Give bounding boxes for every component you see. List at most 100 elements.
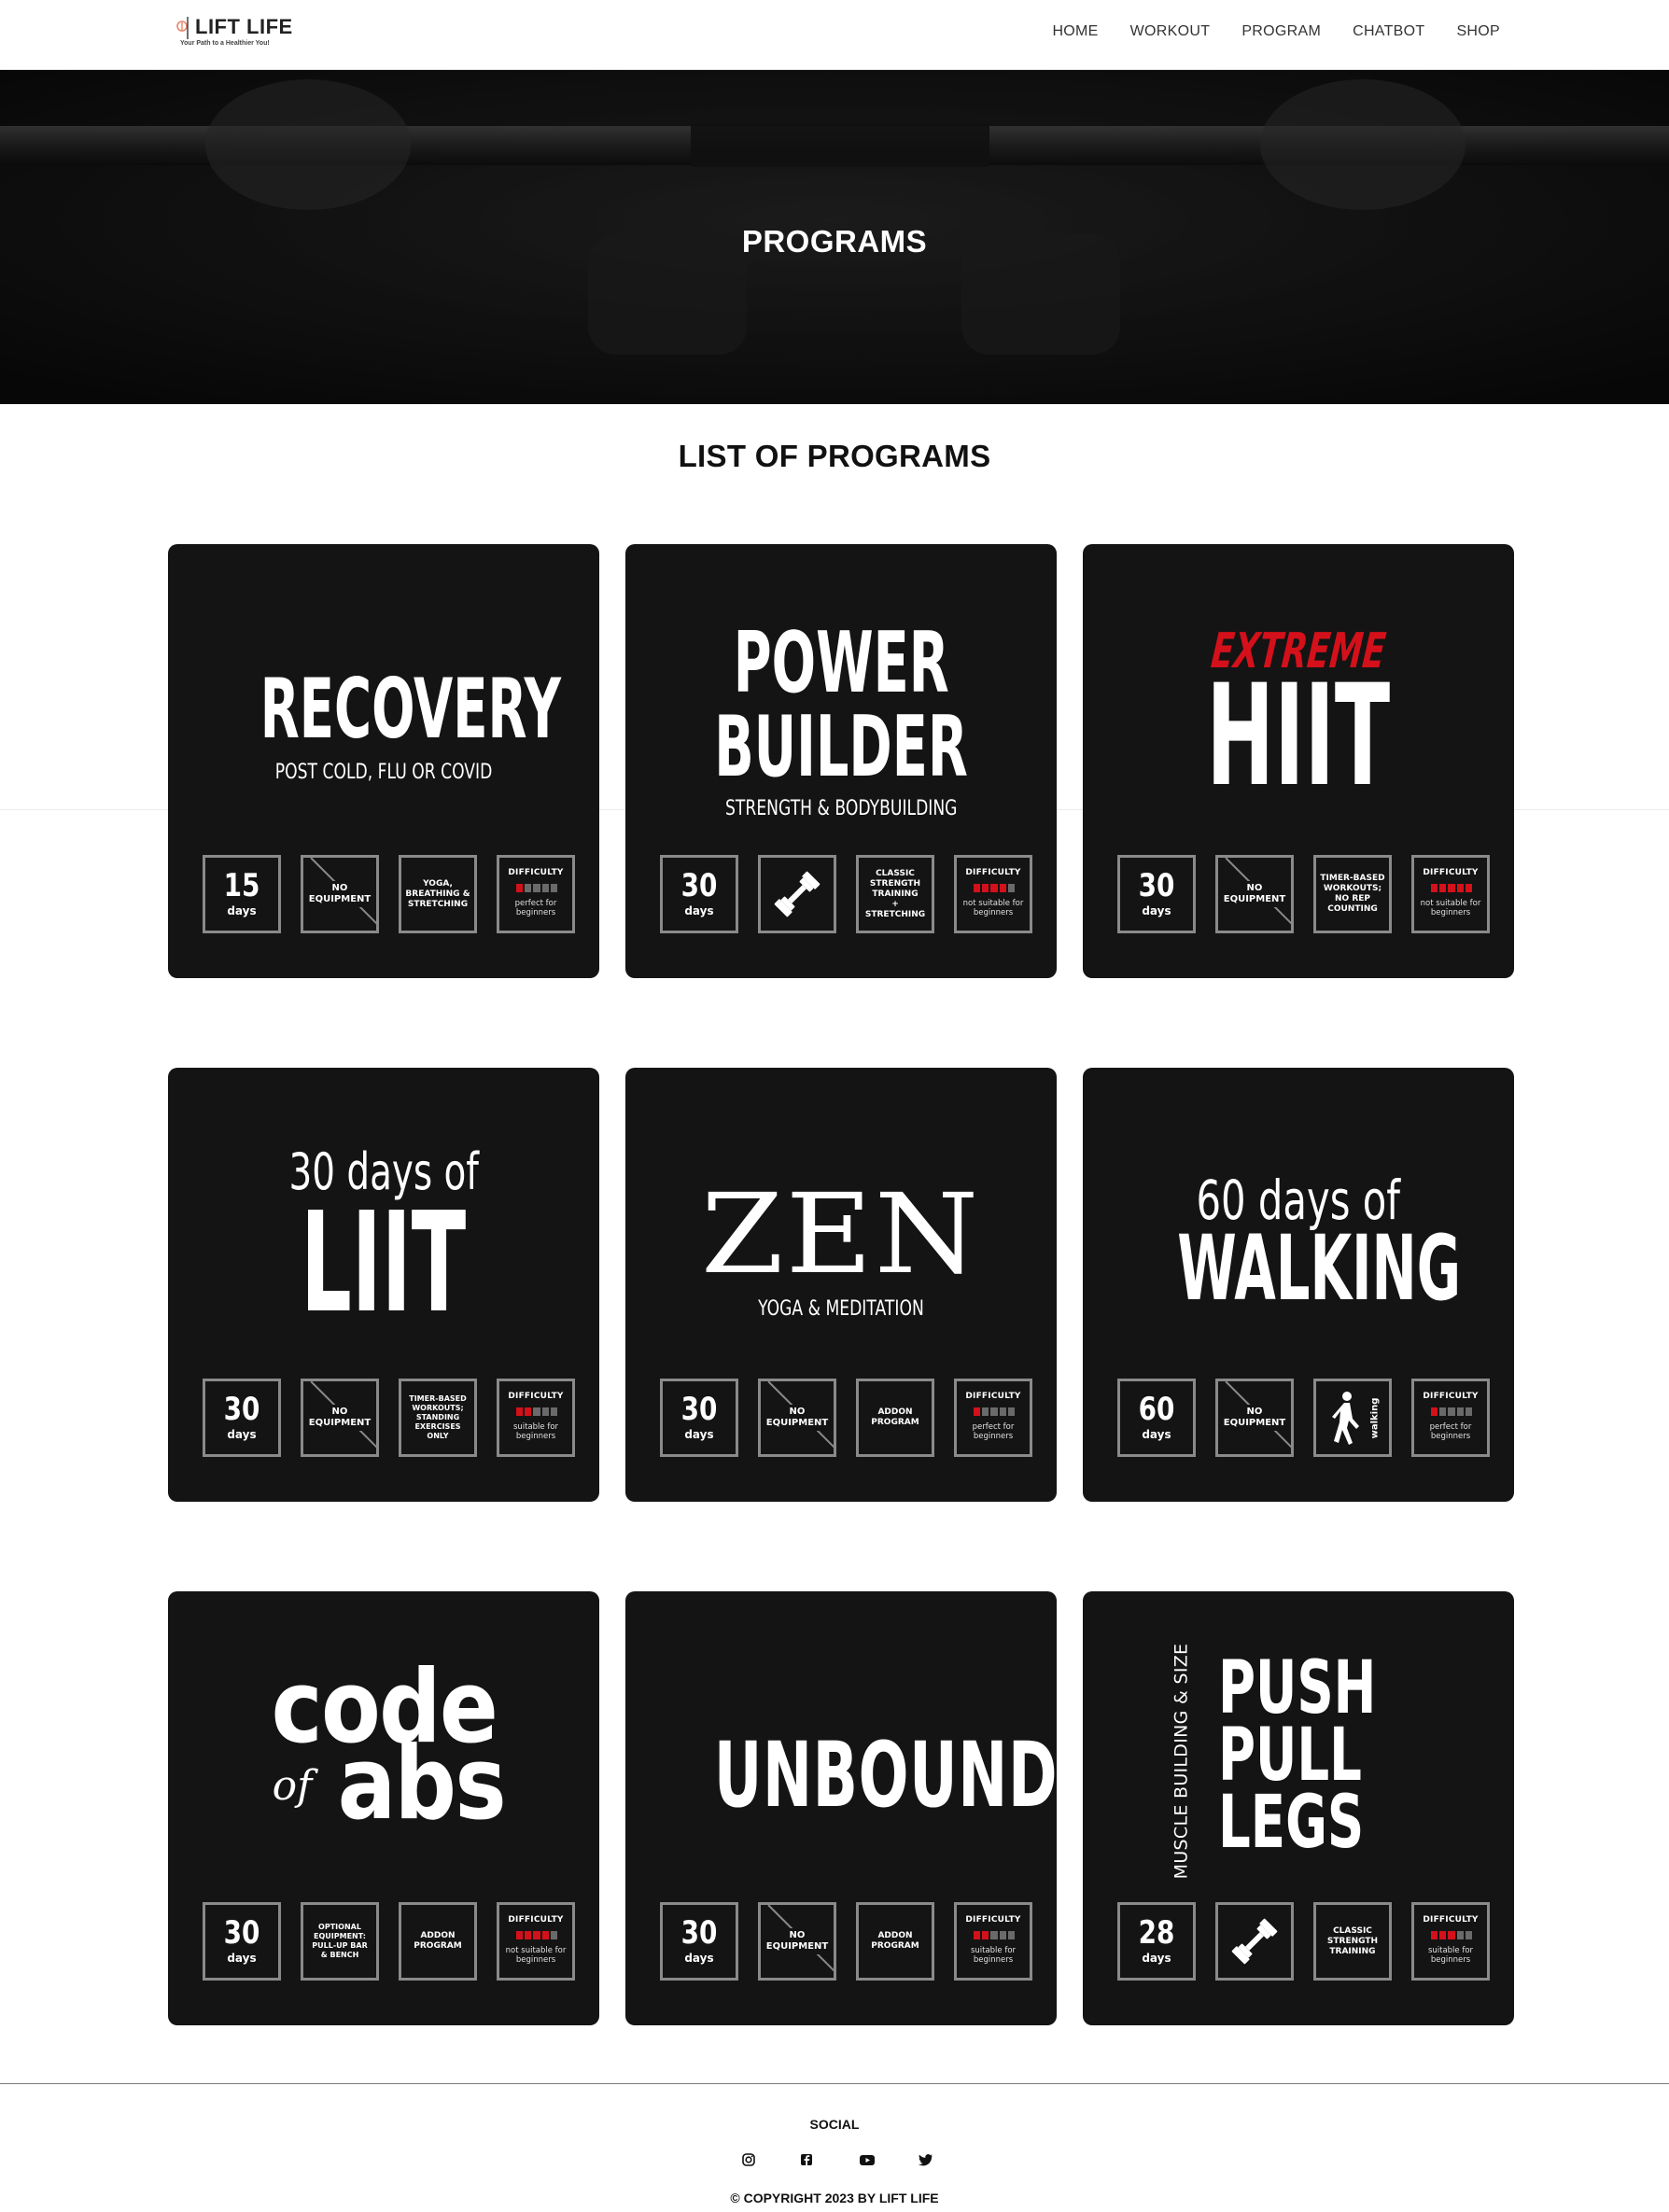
program-badges: 30 days NO EQUIPMENT TIMER-BASED WORKOUT… [203, 1379, 576, 1457]
difficulty-note: not suitable for beginners [505, 1946, 567, 1965]
program-art: code of abs [168, 1591, 599, 1881]
program-subtitle: YOGA & MEDITATION [758, 1297, 924, 1321]
program-card-push-pull-legs[interactable]: MUSCLE BUILDING & SIZE PUSH PULL LEGS 28… [1083, 1591, 1514, 2025]
difficulty-segment [990, 884, 998, 892]
difficulty-segment [1448, 1931, 1455, 1939]
difficulty-segment [541, 1931, 549, 1939]
program-title: UNBOUND [713, 1723, 1057, 1827]
walking-icon [1332, 1392, 1359, 1445]
difficulty-segment [1431, 884, 1438, 892]
days-label: days [227, 904, 257, 917]
difficulty-badge: DIFFICULTY not suitable for beginners [1411, 855, 1490, 933]
difficulty-meter [1431, 1407, 1473, 1416]
difficulty-segment [990, 1407, 998, 1416]
difficulty-segment [999, 884, 1006, 892]
equipment-badge: NO EQUIPMENT [758, 1902, 836, 1981]
difficulty-segment [1465, 1931, 1473, 1939]
program-art: RECOVERY POST COLD, FLU OR COVID [168, 544, 599, 833]
difficulty-note: perfect for beginners [514, 899, 557, 917]
dumbbell-icon [1231, 1918, 1278, 1965]
program-card-zen[interactable]: ZEN YOGA & MEDITATION 30 days NO EQUIPME… [625, 1068, 1057, 1502]
difficulty-note: not suitable for beginners [962, 899, 1024, 917]
difficulty-badge: DIFFICULTY suitable for beginners [954, 1902, 1032, 1981]
program-badges: 30 days OPTIONAL EQUIPMENT: PULL-UP BAR … [203, 1902, 576, 1981]
duration-badge: 30 days [660, 1902, 738, 1981]
difficulty-segment [1448, 884, 1455, 892]
difficulty-label: DIFFICULTY [1423, 1915, 1479, 1925]
logo-tagline: Your Path to a Healthier You! [180, 40, 270, 47]
top-navbar: LIFT LIFE Your Path to a Healthier You! … [0, 0, 1669, 70]
days-number: 30 [680, 1914, 718, 1952]
equipment-text: NO EQUIPMENT [1222, 1405, 1287, 1431]
difficulty-segment [1456, 884, 1464, 892]
instagram-icon[interactable] [741, 2152, 758, 2169]
main-nav: HOME WORKOUT PROGRAM CHATBOT SHOP [1052, 23, 1500, 40]
difficulty-segment [550, 1931, 558, 1939]
nav-chatbot[interactable]: CHATBOT [1353, 23, 1424, 40]
difficulty-segment [1456, 1931, 1464, 1939]
program-title: ZEN [701, 1169, 981, 1298]
equipment-badge: NO EQUIPMENT [301, 855, 379, 933]
days-label: days [227, 1428, 257, 1441]
difficulty-segment [541, 1407, 549, 1416]
program-card-code-of-abs[interactable]: code of abs 30 days OPTIONAL EQUIPMENT: … [168, 1591, 599, 2025]
difficulty-label: DIFFICULTY [508, 1392, 564, 1401]
program-card-unbound[interactable]: UNBOUND 30 days NO EQUIPMENT ADDON PROGR… [625, 1591, 1057, 2025]
difficulty-meter [1431, 884, 1473, 892]
nav-shop[interactable]: SHOP [1456, 23, 1500, 40]
focus-badge: TIMER-BASED WORKOUTS; STANDING EXERCISES… [399, 1379, 477, 1457]
difficulty-badge: DIFFICULTY perfect for beginners [497, 855, 575, 933]
program-card-walking[interactable]: 60 days of WALKING 60 days NO EQUIPMENT … [1083, 1068, 1514, 1502]
twitter-icon[interactable] [919, 2152, 935, 2169]
nav-home[interactable]: HOME [1052, 23, 1098, 40]
difficulty-meter [974, 1931, 1016, 1939]
difficulty-segment [533, 884, 540, 892]
logo-mark-icon [176, 17, 189, 39]
focus-badge: ADDON PROGRAM [856, 1379, 934, 1457]
youtube-icon[interactable] [859, 2152, 876, 2169]
section-title: LIST OF PROGRAMS [678, 439, 991, 473]
days-number: 30 [223, 1914, 260, 1952]
equipment-badge [758, 855, 836, 933]
difficulty-label: DIFFICULTY [965, 868, 1021, 877]
program-card-extreme-hiit[interactable]: EXTREME HIIT 30 days NO EQUIPMENT TIMER-… [1083, 544, 1514, 978]
days-label: days [1142, 1428, 1171, 1441]
difficulty-segment [990, 1931, 998, 1939]
program-subtitle: POST COLD, FLU OR COVID [274, 761, 493, 784]
difficulty-segment [1431, 1931, 1438, 1939]
difficulty-segment [525, 884, 532, 892]
days-label: days [1142, 904, 1171, 917]
difficulty-segment [1439, 1407, 1447, 1416]
nav-workout[interactable]: WORKOUT [1130, 23, 1211, 40]
program-badges: 30 days NO EQUIPMENT TIMER-BASED WORKOUT… [1117, 855, 1491, 933]
difficulty-meter [1431, 1931, 1473, 1939]
focus-badge: CLASSIC STRENGTH TRAINING [1313, 1902, 1392, 1981]
focus-text: CLASSIC STRENGTH TRAINING [1326, 1925, 1379, 1956]
difficulty-segment [1431, 1407, 1438, 1416]
difficulty-meter [516, 884, 558, 892]
program-title-line-2: PULL [1218, 1714, 1362, 1798]
difficulty-badge: DIFFICULTY not suitable for beginners [954, 855, 1032, 933]
focus-badge: TIMER-BASED WORKOUTS; NO REP COUNTING [1313, 855, 1392, 933]
focus-text: CLASSIC STRENGTH TRAINING + STRETCHING [864, 868, 926, 919]
site-logo[interactable]: LIFT LIFE Your Path to a Healthier You! [176, 15, 307, 52]
program-card-power-builder[interactable]: POWER BUILDER STRENGTH & BODYBUILDING 30… [625, 544, 1057, 978]
duration-badge: 15 days [203, 855, 281, 933]
days-number: 30 [680, 867, 718, 904]
nav-program[interactable]: PROGRAM [1241, 23, 1321, 40]
facebook-icon[interactable] [799, 2152, 816, 2169]
difficulty-segment [1007, 1931, 1016, 1939]
difficulty-segment [533, 1931, 540, 1939]
focus-text: ADDON PROGRAM [871, 1931, 919, 1951]
difficulty-label: DIFFICULTY [508, 868, 564, 877]
program-card-recovery[interactable]: RECOVERY POST COLD, FLU OR COVID 15 days… [168, 544, 599, 978]
difficulty-segment [974, 1407, 981, 1416]
program-card-liit[interactable]: 30 days of LIIT 30 days NO EQUIPMENT TIM… [168, 1068, 599, 1502]
focus-badge: ADDON PROGRAM [856, 1902, 934, 1981]
difficulty-segment [550, 1407, 558, 1416]
difficulty-meter [974, 884, 1016, 892]
program-art: UNBOUND [625, 1591, 1057, 1881]
difficulty-note: suitable for beginners [512, 1422, 559, 1441]
program-art: POWER BUILDER STRENGTH & BODYBUILDING [625, 544, 1057, 833]
difficulty-segment [516, 1407, 524, 1416]
